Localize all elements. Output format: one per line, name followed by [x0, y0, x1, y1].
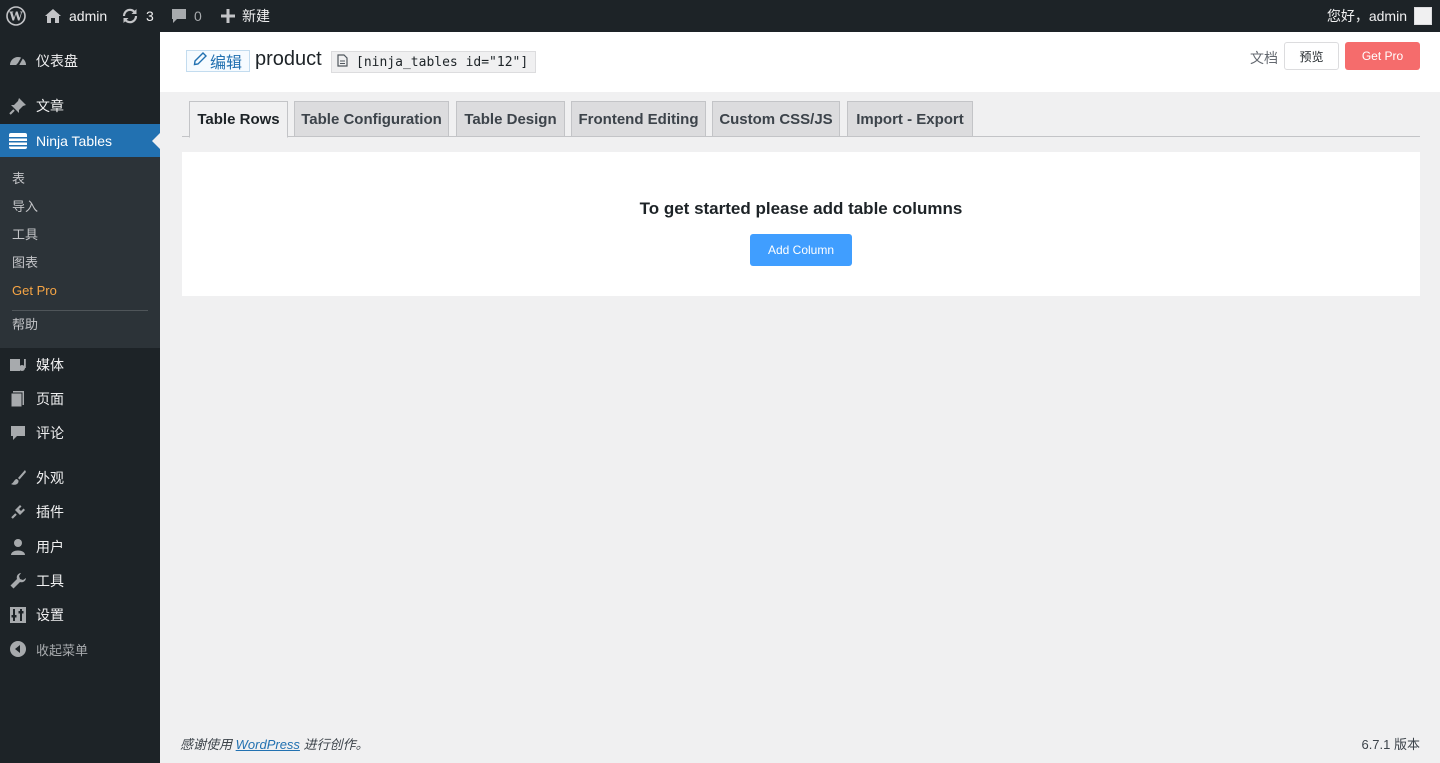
new-content-link[interactable]: 新建 — [221, 0, 270, 32]
menu-posts[interactable]: 文章 — [0, 89, 160, 123]
comment-icon — [171, 8, 187, 24]
submenu-divider — [12, 310, 148, 311]
tab-import-export[interactable]: Import - Export — [847, 101, 973, 137]
wordpress-link[interactable]: WordPress — [236, 737, 300, 752]
comment-icon — [0, 424, 36, 442]
updates-link[interactable]: 3 — [121, 0, 154, 32]
empty-state-message: To get started please add table columns — [639, 199, 963, 218]
admin-bar: W admin 3 0 新建 您好，admin — [0, 0, 1440, 32]
menu-plugins[interactable]: 插件 — [0, 495, 160, 529]
site-name: admin — [69, 8, 108, 24]
menu-media[interactable]: 媒体 — [0, 348, 160, 382]
media-icon — [0, 356, 36, 374]
menu-appearance[interactable]: 外观 — [0, 461, 160, 495]
greeting: 您好，admin — [1326, 8, 1407, 24]
menu-ninja-tables-label: Ninja Tables — [36, 133, 113, 149]
menu-ninja-tables[interactable]: Ninja Tables — [0, 124, 160, 158]
docs-link[interactable]: 文档 — [1250, 48, 1278, 68]
document-icon — [337, 53, 348, 71]
tab-frontend-editing[interactable]: Frontend Editing — [571, 101, 706, 137]
menu-tools[interactable]: 工具 — [0, 564, 160, 598]
page-header: 编辑 product [ninja_tables id="12"] 文档 预览 … — [160, 32, 1440, 92]
menu-appearance-label: 外观 — [36, 470, 64, 486]
menu-comments[interactable]: 评论 — [0, 416, 160, 450]
menu-users[interactable]: 用户 — [0, 530, 160, 564]
new-label: 新建 — [242, 8, 270, 24]
shortcode-text: [ninja_tables id="12"] — [356, 54, 529, 70]
preview-button[interactable]: 预览 — [1284, 42, 1339, 70]
edit-title-button[interactable]: 编辑 — [186, 50, 251, 72]
svg-text:W: W — [8, 10, 23, 24]
submenu-charts[interactable]: 图表 — [12, 253, 38, 273]
menu-media-label: 媒体 — [36, 357, 64, 373]
settings-icon — [0, 606, 36, 624]
wordpress-logo-icon[interactable]: W — [6, 0, 26, 32]
menu-users-label: 用户 — [36, 539, 64, 555]
updates-count: 3 — [146, 8, 154, 24]
ninja-tables-submenu: 表 导入 工具 图表 Get Pro 帮助 — [0, 157, 160, 348]
comments-link[interactable]: 0 — [171, 0, 202, 32]
menu-settings-label: 设置 — [36, 607, 64, 623]
menu-comments-label: 评论 — [36, 425, 64, 441]
footer-thanks-suffix: 进行创作。 — [303, 737, 369, 752]
submenu-help[interactable]: 帮助 — [12, 315, 38, 335]
dashboard-icon — [0, 52, 36, 70]
menu-pages[interactable]: 页面 — [0, 382, 160, 416]
edit-label: 编辑 — [210, 55, 243, 72]
footer-version: 6.7.1 版本 — [1361, 737, 1420, 752]
menu-dashboard-label: 仪表盘 — [36, 53, 78, 69]
home-icon — [44, 8, 62, 24]
add-column-button[interactable]: Add Column — [750, 234, 852, 266]
submenu-tools[interactable]: 工具 — [12, 225, 38, 245]
tab-table-configuration[interactable]: Table Configuration — [294, 101, 449, 137]
user-icon — [0, 538, 36, 556]
pin-icon — [0, 97, 36, 115]
tab-custom-css-js[interactable]: Custom CSS/JS — [712, 101, 840, 137]
comments-count: 0 — [194, 8, 202, 24]
my-account-link[interactable]: 您好，admin — [1327, 0, 1432, 32]
wrench-icon — [0, 572, 36, 590]
menu-settings[interactable]: 设置 — [0, 598, 160, 632]
collapse-icon — [0, 640, 36, 658]
page-icon — [0, 390, 36, 408]
footer-thanks-prefix: 感谢使用 — [180, 737, 233, 752]
menu-tools-label: 工具 — [36, 573, 64, 589]
menu-pages-label: 页面 — [36, 391, 64, 407]
update-icon — [121, 7, 139, 25]
table-icon — [0, 132, 36, 150]
collapse-menu-label: 收起菜单 — [36, 642, 89, 658]
menu-plugins-label: 插件 — [36, 504, 64, 520]
avatar — [1414, 7, 1432, 25]
empty-table-card: To get started please add table columns … — [182, 152, 1420, 296]
submenu-get-pro[interactable]: Get Pro — [12, 281, 57, 301]
collapse-menu-button[interactable]: 收起菜单 — [0, 632, 160, 666]
paintbrush-icon — [0, 469, 36, 487]
plus-icon — [221, 9, 235, 23]
tab-table-rows[interactable]: Table Rows — [189, 101, 288, 138]
tab-table-design[interactable]: Table Design — [456, 101, 565, 137]
get-pro-button[interactable]: Get Pro — [1345, 42, 1420, 70]
admin-sidebar: 仪表盘 文章 Ninja Tables 表 导入 工具 图表 Get Pro 帮… — [0, 32, 160, 763]
menu-posts-label: 文章 — [36, 98, 64, 114]
plugin-icon — [0, 503, 36, 521]
page-title: product — [255, 48, 322, 70]
footer-credit: 感谢使用 WordPress 进行创作。 — [180, 734, 369, 753]
menu-dashboard[interactable]: 仪表盘 — [0, 44, 160, 78]
submenu-tables[interactable]: 表 — [12, 169, 25, 189]
pencil-icon — [193, 51, 207, 71]
submenu-import[interactable]: 导入 — [12, 197, 38, 217]
site-name-link[interactable]: admin — [44, 0, 107, 32]
shortcode-box[interactable]: [ninja_tables id="12"] — [331, 51, 537, 73]
